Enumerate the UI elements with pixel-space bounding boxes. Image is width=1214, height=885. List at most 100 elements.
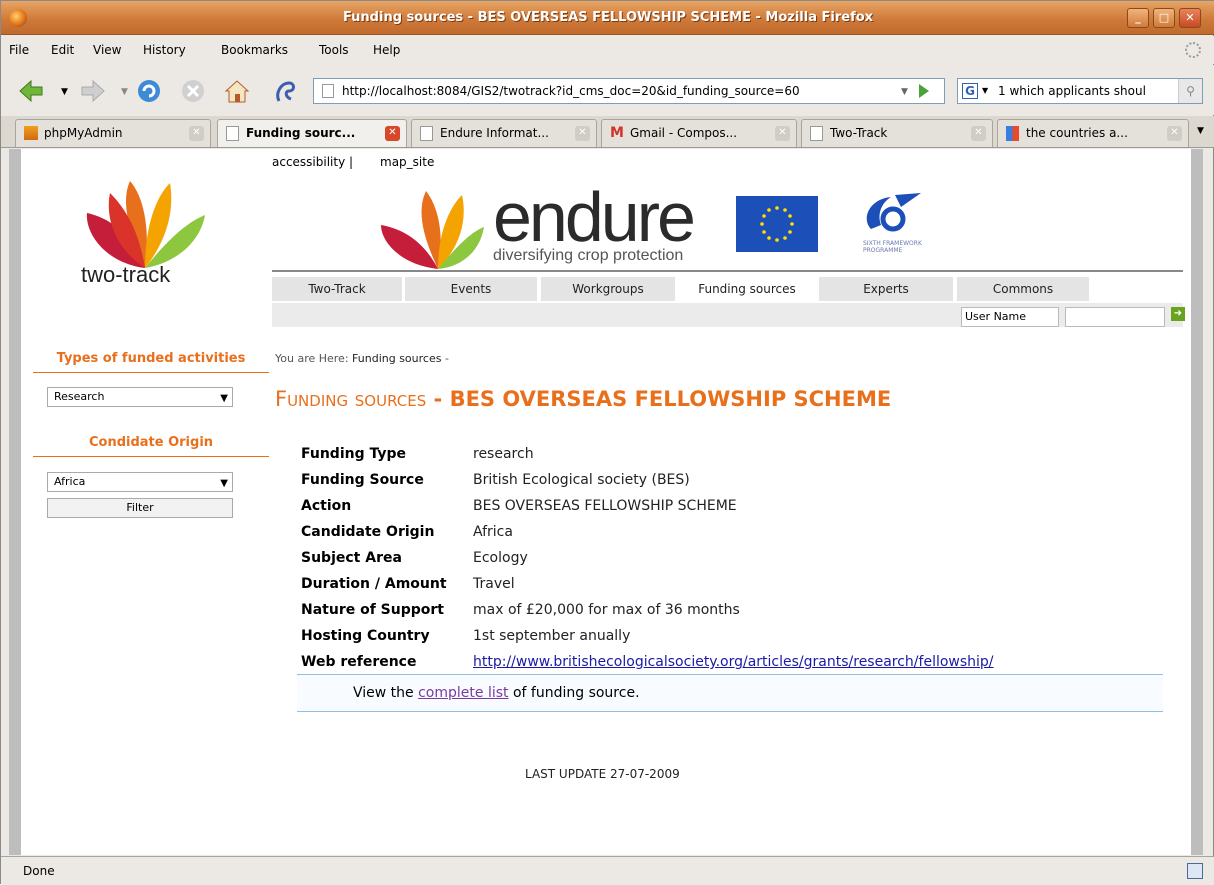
chevron-down-icon: ▼ [220, 478, 228, 489]
detail-value: Ecology [473, 550, 528, 566]
url-bar[interactable]: http://localhost:8084/GIS2/twotrack?id_c… [313, 78, 945, 104]
menu-history[interactable]: History [143, 43, 186, 57]
tab-funding-sources[interactable]: Funding sourc... ✕ [217, 119, 407, 147]
detail-value: 1st september anually [473, 628, 631, 644]
url-dropdown-icon[interactable]: ▼ [901, 87, 908, 97]
tab-bar: phpMyAdmin ✕ Funding sourc... ✕ Endure I… [1, 116, 1214, 148]
header-divider [272, 270, 1183, 272]
filter-button[interactable]: Filter [47, 498, 233, 518]
types-select[interactable]: Research ▼ [47, 387, 233, 407]
detail-value: Africa [473, 524, 513, 540]
menu-file[interactable]: File [9, 43, 29, 57]
detail-key: Duration / Amount [301, 576, 447, 592]
detail-value: Travel [473, 576, 515, 592]
menu-commons[interactable]: Commons [957, 277, 1089, 301]
menu-edit[interactable]: Edit [51, 43, 74, 57]
search-bar[interactable]: G ▼ 1 which applicants shoul ⚲ [957, 78, 1203, 104]
map-site-link[interactable]: map_site [380, 155, 434, 169]
table-row: Duration / Amount Travel [301, 571, 994, 597]
tab-gmail[interactable]: M Gmail - Compos... ✕ [601, 119, 797, 147]
tab-close-icon[interactable]: ✕ [775, 126, 790, 141]
home-icon[interactable] [223, 77, 251, 105]
google-favicon [1006, 126, 1019, 141]
title-bar: Funding sources - BES OVERSEAS FELLOWSHI… [1, 1, 1214, 35]
detail-key: Web reference [301, 654, 417, 670]
maximize-button[interactable]: □ [1153, 8, 1175, 28]
reload-icon[interactable] [135, 77, 163, 105]
tab-endure-information[interactable]: Endure Informat... ✕ [411, 119, 597, 147]
tab-phpmyadmin[interactable]: phpMyAdmin ✕ [15, 119, 211, 147]
chevron-down-icon: ▼ [220, 393, 228, 404]
tab-close-icon[interactable]: ✕ [575, 126, 590, 141]
minimize-button[interactable]: _ [1127, 8, 1149, 28]
last-update: LAST UPDATE 27-07-2009 [525, 767, 680, 781]
complete-list-box: View the complete list of funding source… [297, 674, 1163, 712]
detail-key: Funding Type [301, 446, 407, 462]
login-go-icon[interactable]: ➜ [1171, 307, 1185, 321]
table-row: Candidate Origin Africa [301, 519, 994, 545]
menu-funding-sources[interactable]: Funding sources [679, 277, 815, 301]
magnifier-icon[interactable]: ⚲ [1178, 79, 1202, 103]
menu-view[interactable]: View [93, 43, 121, 57]
search-engine-dropdown-icon[interactable]: ▼ [982, 79, 988, 103]
eu-flag-icon [736, 196, 818, 252]
endure-leaf-icon [381, 191, 484, 269]
origin-heading: Condidate Origin [33, 435, 269, 457]
web-reference-link[interactable]: http://www.britishecologicalsociety.org/… [473, 654, 994, 670]
menu-bookmarks[interactable]: Bookmarks [221, 43, 288, 57]
table-row: Subject Area Ecology [301, 545, 994, 571]
table-row: Action BES OVERSEAS FELLOWSHIP SCHEME [301, 493, 994, 519]
detail-key: Funding Source [301, 472, 424, 488]
tab-close-icon[interactable]: ✕ [1167, 126, 1182, 141]
table-row: Nature of Support max of £20,000 for max … [301, 597, 994, 623]
tab-close-icon[interactable]: ✕ [189, 126, 204, 141]
tab-countries[interactable]: the countries a... ✕ [997, 119, 1189, 147]
complete-list-link[interactable]: complete list [418, 685, 508, 701]
sixth-framework-caption: SIXTH FRAMEWORK PROGRAMME [863, 240, 922, 254]
tab-label: Funding sourc... [246, 126, 356, 140]
close-button[interactable]: ✕ [1179, 8, 1201, 28]
tab-label: Two-Track [830, 126, 888, 140]
menu-experts[interactable]: Experts [819, 277, 953, 301]
google-icon[interactable]: G [962, 83, 978, 99]
navigation-toolbar: ▼ ▼ http://localhost:8084/GIS2/twotrack?… [1, 65, 1214, 115]
back-icon[interactable] [17, 77, 45, 105]
menu-workgroups[interactable]: Workgroups [541, 277, 675, 301]
status-monitor-icon[interactable] [1187, 863, 1203, 879]
forward-dropdown-icon[interactable]: ▼ [121, 87, 128, 97]
stop-icon[interactable] [179, 77, 207, 105]
origin-select-value: Africa [54, 475, 86, 488]
detail-key: Candidate Origin [301, 524, 435, 540]
page-icon [420, 126, 433, 141]
origin-select[interactable]: Africa ▼ [47, 472, 233, 492]
password-field[interactable] [1065, 307, 1165, 327]
window-title: Funding sources - BES OVERSEAS FELLOWSHI… [342, 10, 874, 25]
gecko-icon[interactable] [271, 77, 299, 105]
status-text: Done [23, 864, 55, 878]
username-field[interactable]: User Name [961, 307, 1059, 327]
gmail-icon: M [610, 125, 624, 141]
menu-tools[interactable]: Tools [319, 43, 349, 57]
list-suffix: of funding source. [508, 685, 640, 701]
tab-close-icon[interactable]: ✕ [385, 126, 400, 141]
page-content: accessibility | map_site two-track endur… [9, 149, 1203, 855]
types-heading: Types of funded activities [33, 351, 269, 373]
detail-key: Nature of Support [301, 602, 444, 618]
menu-two-track[interactable]: Two-Track [272, 277, 402, 301]
back-dropdown-icon[interactable]: ▼ [61, 87, 68, 97]
detail-key: Subject Area [301, 550, 402, 566]
breadcrumb-suffix: - [441, 352, 449, 365]
page-icon [226, 126, 239, 141]
menu-events[interactable]: Events [405, 277, 537, 301]
page-icon [322, 84, 334, 98]
tab-list-icon[interactable]: ▼ [1197, 126, 1204, 136]
tab-label: phpMyAdmin [44, 126, 123, 140]
menu-help[interactable]: Help [373, 43, 400, 57]
accessibility-link[interactable]: accessibility | [272, 155, 353, 169]
go-icon[interactable] [919, 84, 929, 98]
endure-tagline: diversifying crop protection [493, 247, 684, 264]
tab-close-icon[interactable]: ✕ [971, 126, 986, 141]
tab-two-track[interactable]: Two-Track ✕ [801, 119, 993, 147]
forward-icon[interactable] [79, 77, 107, 105]
breadcrumb-current[interactable]: Funding sources [352, 352, 441, 365]
